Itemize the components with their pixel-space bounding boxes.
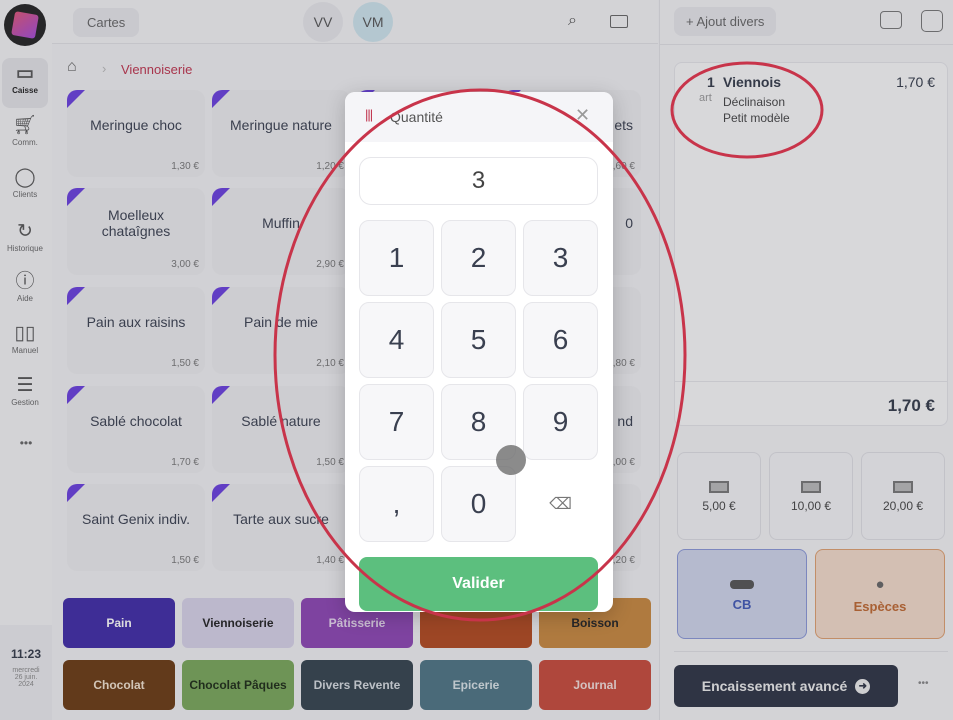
keypad-key[interactable]: 5: [441, 302, 516, 378]
quantity-input[interactable]: 3: [359, 157, 598, 205]
validate-button[interactable]: Valider: [359, 557, 598, 611]
close-icon[interactable]: ✕: [575, 105, 590, 126]
dialog-title: Quantité: [390, 109, 443, 125]
touch-indicator: [496, 445, 526, 475]
keypad-key[interactable]: 2: [441, 220, 516, 296]
keypad-key[interactable]: 4: [359, 302, 434, 378]
keypad-key[interactable]: 3: [523, 220, 598, 296]
quantity-dialog: ||| Quantité ✕ 3 123456789,0 ⌫ Valider: [345, 92, 613, 612]
dialog-header: ||| Quantité ✕: [345, 92, 613, 142]
quantity-icon: |||: [365, 107, 373, 122]
keypad-key[interactable]: 7: [359, 384, 434, 460]
keypad-key[interactable]: 0: [441, 466, 516, 542]
keypad-key[interactable]: 9: [523, 384, 598, 460]
keypad-key[interactable]: 6: [523, 302, 598, 378]
backspace-icon[interactable]: ⌫: [523, 466, 598, 542]
keypad-key[interactable]: 1: [359, 220, 434, 296]
keypad-key[interactable]: ,: [359, 466, 434, 542]
